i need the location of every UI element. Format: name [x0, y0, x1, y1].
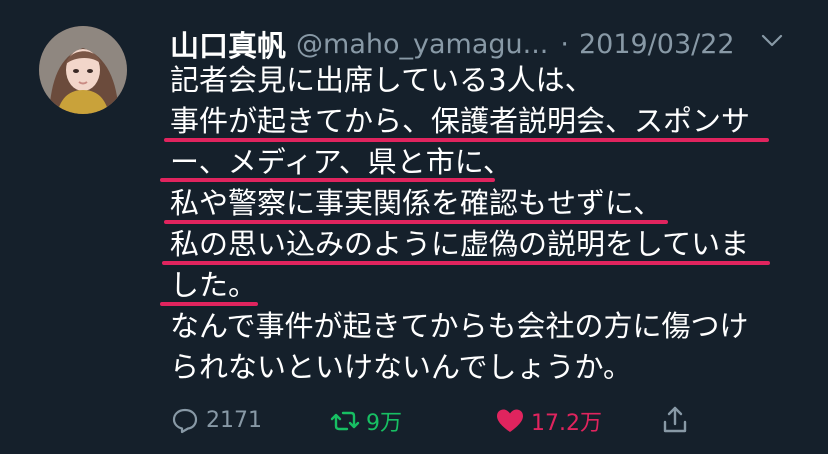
separator-dot: · [560, 28, 569, 60]
action-bar: 2171 9万 17.2万 [170, 405, 730, 445]
reply-icon [172, 408, 198, 434]
tweet-line: 私の思い込みのように虚偽の説明をしていま [170, 227, 750, 261]
tweet-line: 記者会見に出席している3人は、 [170, 63, 594, 97]
share-icon [663, 406, 687, 433]
tweet-date[interactable]: 2019/03/22 [579, 29, 735, 60]
user-handle[interactable]: @maho_yamagu... [296, 29, 548, 60]
tweet-line: した。 [170, 268, 258, 302]
tweet-line: なんで事件が起きてからも会社の方に傷つけ [170, 309, 749, 343]
like-count: 17.2万 [531, 411, 602, 436]
display-name[interactable]: 山口真帆 [170, 23, 286, 65]
share-button[interactable] [660, 405, 690, 435]
tweet-line: 私や警察に事実関係を確認もせずに、 [170, 186, 663, 220]
chevron-down-icon[interactable] [761, 34, 783, 48]
retweet-count: 9万 [366, 411, 402, 436]
highlight-underline [160, 302, 258, 306]
avatar[interactable] [39, 26, 127, 114]
tweet-line: 事件が起きてから、保護者説明会、スポンサ [170, 104, 751, 138]
highlight-underline [164, 220, 668, 224]
highlight-underline [164, 138, 769, 142]
like-button[interactable]: 17.2万 [495, 405, 602, 437]
retweet-button[interactable]: 9万 [330, 405, 402, 437]
highlight-underline [160, 178, 495, 182]
heart-icon [497, 409, 523, 432]
reply-count: 2171 [206, 407, 262, 433]
highlight-underline [162, 261, 770, 265]
reply-button[interactable]: 2171 [170, 405, 262, 435]
tweet-line: られないといけないんでしょうか。 [170, 350, 632, 384]
retweet-icon [330, 411, 360, 431]
tweet-text: 記者会見に出席している3人は、 事件が起きてから、保護者説明会、スポンサ ー、メ… [170, 60, 780, 388]
tweet-line: ー、メディア、県と市に、 [170, 145, 512, 179]
